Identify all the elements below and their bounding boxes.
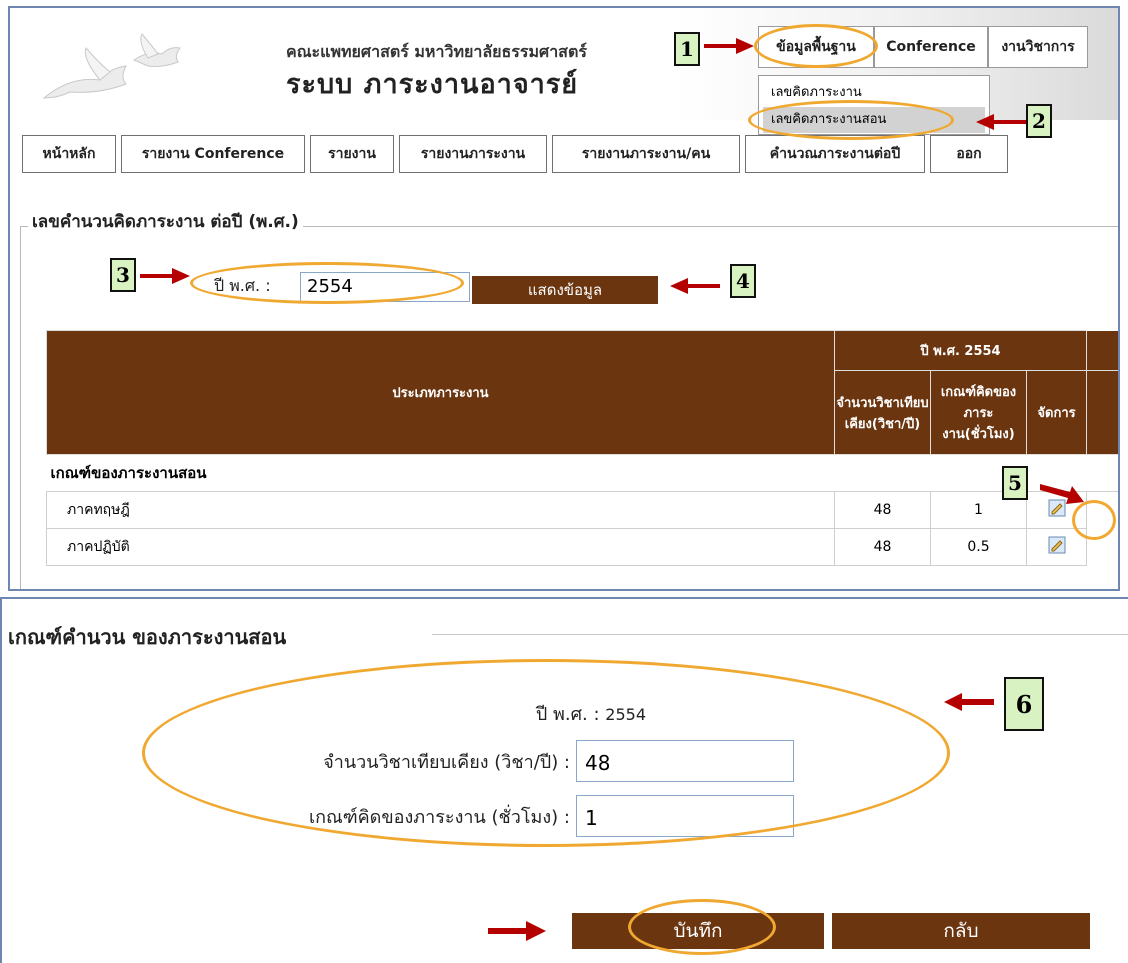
arrow-left-icon (944, 693, 994, 711)
year-fieldset-legend: เลขคำนวนคิดภาระงาน ต่อปี (พ.ศ.) (28, 208, 303, 235)
top-panel: คณะแพทยศาสตร์ มหาวิทยาลัยธรรมศาสตร์ ระบบ… (8, 6, 1120, 591)
table-row: ภาคปฏิบัติ 48 0.5 (46, 528, 1119, 566)
menu-basic-data[interactable]: ข้อมูลพื้นฐาน (758, 26, 874, 68)
callout-1: 1 (674, 32, 700, 66)
workload-table: ประเภทภาระงาน ปี พ.ศ. 2554 จำนวนวิชาเทีย… (46, 330, 1119, 566)
birds-logo (42, 33, 181, 99)
count-input[interactable]: 48 (576, 740, 794, 782)
edit-icon[interactable] (1048, 536, 1066, 554)
dropdown-item-workload-factor[interactable]: เลขคิดภาระงาน (763, 80, 985, 106)
callout-2: 2 (1026, 104, 1052, 138)
criteria-label: เกณฑ์คิดของภาระงาน (ชั่วโมง) : (308, 807, 570, 828)
criteria-year-value: 2554 (605, 705, 646, 724)
row-criteria: 0.5 (930, 528, 1027, 566)
arrow-right-icon (704, 38, 754, 54)
bottom-panel: เกณฑ์คำนวน ของภาระงานสอน ปี พ.ศ. : 2554 … (0, 597, 1128, 963)
save-button[interactable]: บันทึก (572, 913, 824, 949)
nav-home[interactable]: หน้าหลัก (22, 135, 116, 173)
row-count: 48 (834, 491, 931, 529)
callout-4: 4 (730, 264, 756, 298)
nav-workload-per-person[interactable]: รายงานภาระงาน/คน (552, 135, 740, 173)
basic-data-dropdown: เลขคิดภาระงาน เลขคิดภาระงานสอน (758, 75, 990, 135)
row-name: ภาคทฤษฎี (46, 491, 835, 529)
arrow-right-icon (140, 268, 190, 284)
menu-conference[interactable]: Conference (874, 26, 988, 68)
back-button[interactable]: กลับ (832, 913, 1090, 949)
group-title: เกณฑ์ของภาระงานสอน (46, 454, 1118, 492)
menu-academic[interactable]: งานวิชาการ (988, 26, 1088, 68)
nav-report[interactable]: รายงาน (310, 135, 394, 173)
count-label: จำนวนวิชาเทียบเคียง (วิชา/ปี) : (323, 752, 570, 773)
nav-workload-report[interactable]: รายงานภาระงาน (399, 135, 547, 173)
system-title: ระบบ ภาระงานอาจารย์ (286, 69, 579, 100)
row-count: 48 (834, 528, 931, 566)
arrow-right-icon (488, 921, 546, 941)
nav-logout[interactable]: ออก (930, 135, 1008, 173)
col-header-manage: จัดการ (1025, 370, 1088, 455)
arrow-left-icon (976, 114, 1026, 130)
callout-6: 6 (1004, 677, 1044, 731)
arrow-left-icon (670, 278, 720, 294)
criteria-input[interactable]: 1 (576, 795, 794, 837)
section-divider (432, 634, 1128, 635)
nav-conference-report[interactable]: รายงาน Conference (121, 135, 305, 173)
table-row: ภาคทฤษฎี 48 1 (46, 491, 1119, 529)
dropdown-item-teaching-factor[interactable]: เลขคิดภาระงานสอน (763, 107, 985, 133)
callout-3: 3 (110, 258, 136, 292)
arrow-down-right-icon (1040, 484, 1084, 504)
callout-5: 5 (1002, 466, 1028, 500)
edit-cell (1025, 528, 1088, 566)
criteria-section-title: เกณฑ์คำนวน ของภาระงานสอน (8, 621, 291, 653)
year-header: ปี พ.ศ. 2554 (833, 330, 1088, 371)
year-label: ปี พ.ศ. : (214, 276, 271, 295)
show-data-button[interactable]: แสดงข้อมูล (472, 276, 658, 304)
col-header-criteria: เกณฑ์คิดของภาระงาน(ชั่วโมง) (930, 370, 1027, 455)
criteria-year-label: ปี พ.ศ. : 2554 (535, 704, 646, 725)
year-input[interactable]: 2554 (300, 272, 470, 302)
col-header-type: ประเภทภาระงาน (46, 330, 835, 455)
col-header-count: จำนวนวิชาเทียบเคียง(วิชา/ปี) (834, 370, 931, 455)
row-name: ภาคปฏิบัติ (46, 528, 835, 566)
nav-annual-calc[interactable]: คำนวณภาระงานต่อปี (745, 135, 925, 173)
